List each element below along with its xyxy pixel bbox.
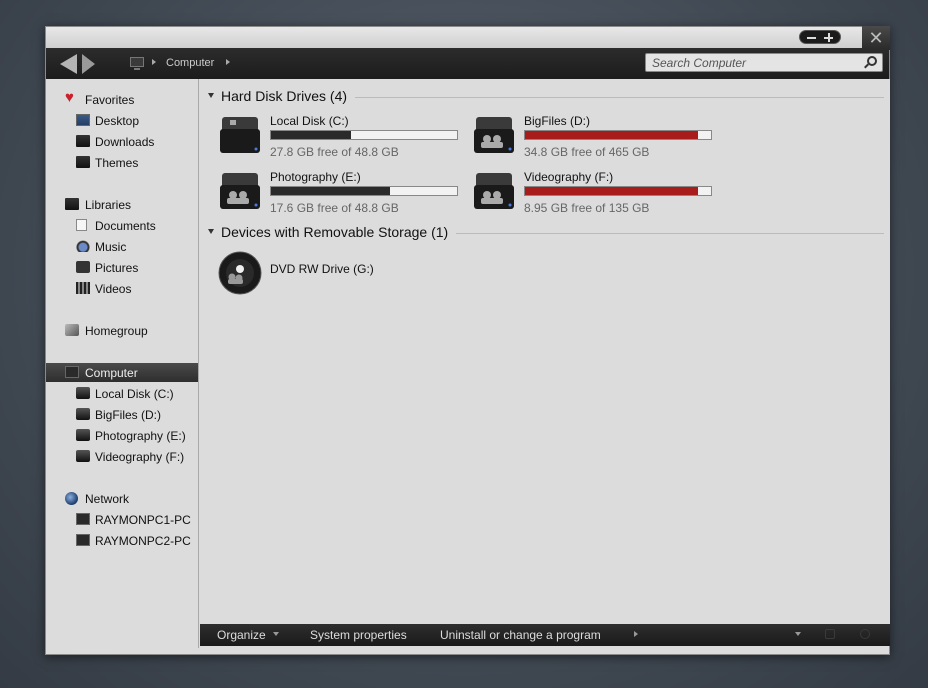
group-header-hard-disks[interactable]: Hard Disk Drives (4) <box>208 88 884 106</box>
maximize-icon <box>827 33 830 42</box>
navigation-pane: Favorites Desktop Downloads Themes Libra… <box>46 79 199 648</box>
hard-disk-icon <box>76 450 90 462</box>
sidebar-computer[interactable]: Computer <box>46 363 198 382</box>
capacity-fill <box>525 131 698 139</box>
hard-disk-icon <box>76 429 90 441</box>
command-bar: Organize System properties Uninstall or … <box>200 624 890 646</box>
forward-button[interactable] <box>82 54 95 74</box>
drive-item-dvd-g[interactable]: DVD RW Drive (G:) <box>218 247 468 299</box>
favorites-heart-icon <box>65 89 79 106</box>
hard-disk-icon <box>474 173 514 209</box>
sidebar-item-themes[interactable]: Themes <box>46 153 198 172</box>
explorer-window: ✕ Computer Favorites Desktop Downloads T… <box>45 26 890 655</box>
navigation-bar: Computer <box>46 48 889 79</box>
sidebar-item-documents[interactable]: Documents <box>46 216 198 235</box>
capacity-bar <box>270 130 458 140</box>
search-box <box>645 53 883 72</box>
desktop-icon <box>76 114 90 126</box>
view-options-dropdown-icon[interactable] <box>795 632 801 636</box>
collapse-triangle-icon[interactable] <box>208 229 214 234</box>
minimize-button[interactable] <box>807 37 816 39</box>
sidebar-homegroup[interactable]: Homegroup <box>46 321 198 340</box>
network-pc-icon <box>76 513 90 525</box>
capacity-fill <box>271 187 391 195</box>
hard-disk-icon <box>76 408 90 420</box>
folder-icon <box>76 156 90 168</box>
sidebar-item-videos[interactable]: Videos <box>46 279 198 298</box>
drive-item-f[interactable]: Videography (F:) 8.95 GB free of 135 GB <box>472 167 722 219</box>
sidebar-network[interactable]: Network <box>46 489 198 508</box>
network-globe-icon <box>65 492 78 505</box>
capacity-fill <box>271 131 351 139</box>
sidebar-item-downloads[interactable]: Downloads <box>46 132 198 151</box>
pictures-icon <box>76 261 90 273</box>
help-icon[interactable] <box>860 629 870 639</box>
video-icon <box>76 282 90 294</box>
preview-pane-icon[interactable] <box>825 629 835 639</box>
sidebar-item-raymonpc2[interactable]: RAYMONPC2-PC <box>46 531 198 550</box>
title-bar[interactable]: ✕ <box>46 26 890 50</box>
search-input[interactable] <box>646 54 856 72</box>
drive-item-d[interactable]: BigFiles (D:) 34.8 GB free of 465 GB <box>472 111 722 163</box>
hard-disk-icon <box>76 387 90 399</box>
chevron-right-icon[interactable] <box>226 59 230 65</box>
back-button[interactable] <box>60 54 77 74</box>
sidebar-item-local-disk-c[interactable]: Local Disk (C:) <box>46 384 198 403</box>
computer-icon <box>65 366 79 378</box>
capacity-bar <box>524 186 712 196</box>
chevron-right-icon[interactable] <box>152 59 156 65</box>
sidebar-favorites[interactable]: Favorites <box>46 89 198 109</box>
breadcrumb[interactable]: Computer <box>166 57 214 69</box>
search-icon[interactable] <box>867 56 877 66</box>
drive-item-e[interactable]: Photography (E:) 17.6 GB free of 48.8 GB <box>218 167 468 219</box>
more-commands-icon[interactable] <box>634 631 638 637</box>
group-header-removable[interactable]: Devices with Removable Storage (1) <box>208 224 884 242</box>
close-button[interactable]: ✕ <box>862 26 890 50</box>
drive-item-c[interactable]: Local Disk (C:) 27.8 GB free of 48.8 GB <box>218 111 468 163</box>
sidebar-libraries[interactable]: Libraries <box>46 195 198 214</box>
document-icon <box>76 219 87 231</box>
libraries-icon <box>65 198 79 210</box>
uninstall-program-button[interactable]: Uninstall or change a program <box>440 628 601 642</box>
sidebar-item-music[interactable]: Music <box>46 237 198 256</box>
dvd-drive-icon <box>218 251 262 295</box>
folder-icon <box>76 135 90 147</box>
sidebar-item-videography-f[interactable]: Videography (F:) <box>46 447 198 466</box>
homegroup-icon <box>65 324 79 336</box>
music-icon <box>76 240 90 252</box>
content-pane: Hard Disk Drives (4) Local Disk (C:) 27.… <box>200 79 890 624</box>
organize-button[interactable]: Organize <box>217 628 266 642</box>
capacity-bar <box>524 130 712 140</box>
capacity-bar <box>270 186 458 196</box>
computer-icon[interactable] <box>130 57 144 70</box>
hard-disk-icon <box>220 117 260 153</box>
capacity-fill <box>525 187 698 195</box>
sidebar-item-raymonpc1[interactable]: RAYMONPC1-PC <box>46 510 198 529</box>
hard-disk-icon <box>220 173 260 209</box>
sidebar-item-bigfiles-d[interactable]: BigFiles (D:) <box>46 405 198 424</box>
sidebar-item-pictures[interactable]: Pictures <box>46 258 198 277</box>
collapse-triangle-icon[interactable] <box>208 93 214 98</box>
network-pc-icon <box>76 534 90 546</box>
window-controls <box>799 30 841 44</box>
sidebar-item-photography-e[interactable]: Photography (E:) <box>46 426 198 445</box>
hard-disk-icon <box>474 117 514 153</box>
system-properties-button[interactable]: System properties <box>310 628 407 642</box>
sidebar-item-desktop[interactable]: Desktop <box>46 111 198 130</box>
chevron-down-icon[interactable] <box>273 632 279 636</box>
